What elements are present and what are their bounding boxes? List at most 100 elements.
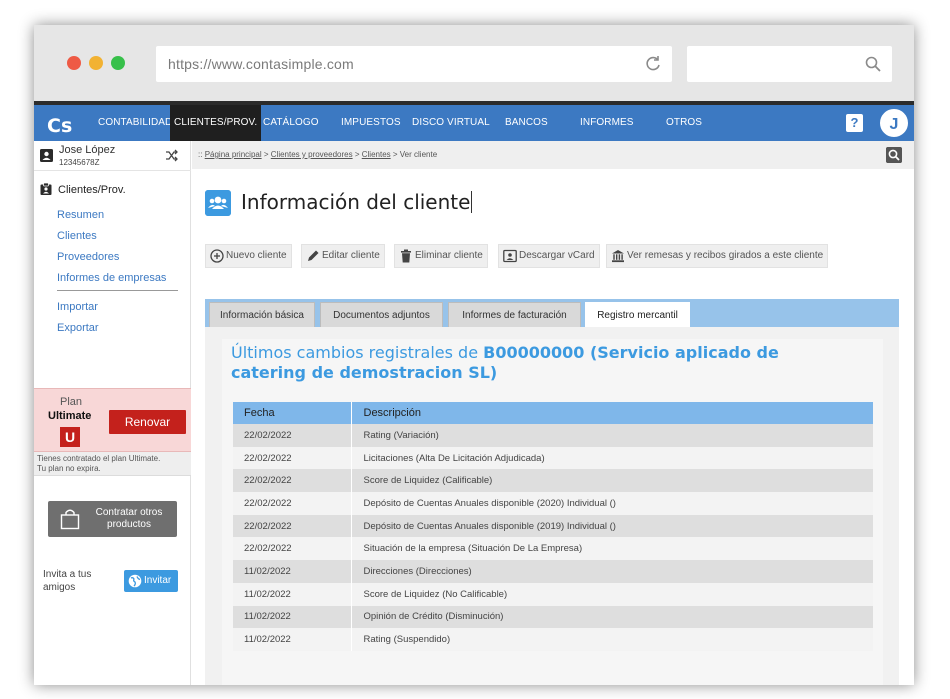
row-description: Rating (Suspendido) <box>351 628 873 651</box>
row-date: 11/02/2022 <box>233 560 352 583</box>
text-caret <box>471 191 473 213</box>
user-nif: 12345678Z <box>59 158 100 167</box>
browser-search-bar[interactable] <box>687 46 892 82</box>
view-remittances-button[interactable]: Ver remesas y recibos girados a este cli… <box>606 244 829 268</box>
tab-commercial-registry[interactable]: Registro mercantil <box>585 302 690 327</box>
plan-note: Tienes contratado el plan Ultimate. Tu p… <box>34 452 191 476</box>
plan-box: Plan Ultimate U Renovar <box>34 388 191 452</box>
view-remittances-label: Ver remesas y recibos girados a este cli… <box>627 250 824 261</box>
nav-bancos[interactable]: BANCOS <box>501 105 552 141</box>
sidebar-item-clientes[interactable]: Clientes <box>57 230 97 242</box>
breadcrumb-separator: > <box>263 150 269 159</box>
contasimple-logo-icon[interactable]: Cs <box>46 113 74 137</box>
delete-client-label: Eliminar cliente <box>415 250 483 261</box>
breadcrumb-home[interactable]: Página principal <box>205 150 262 159</box>
globe-icon <box>128 574 142 588</box>
breadcrumb-current: Ver cliente <box>399 150 438 159</box>
registry-table: Fecha Descripción 22/02/2022 Rating (Var… <box>233 402 873 651</box>
registry-title-prefix: Últimos cambios registrales de <box>231 343 479 362</box>
svg-text:Cs: Cs <box>47 115 72 137</box>
sidebar-item-proveedores[interactable]: Proveedores <box>57 251 119 263</box>
row-date: 22/02/2022 <box>233 492 352 515</box>
edit-client-label: Editar cliente <box>322 250 380 261</box>
page-title: Información del cliente <box>241 190 473 214</box>
row-description: Score de Liquidez (Calificable) <box>351 469 873 493</box>
row-description: Opinión de Crédito (Disminución) <box>351 605 873 629</box>
breadcrumb-separator: > <box>392 150 398 159</box>
browser-chrome: https://www.contasimple.com <box>34 25 914 101</box>
column-header-date[interactable]: Fecha <box>233 402 352 424</box>
reload-icon[interactable] <box>644 54 662 72</box>
sidebar-divider <box>57 290 178 291</box>
table-row: 22/02/2022 Licitaciones (Alta De Licitac… <box>233 446 873 470</box>
table-row: 11/02/2022 Opinión de Crédito (Disminuci… <box>233 605 873 629</box>
user-card-icon <box>40 149 53 162</box>
new-client-button[interactable]: Nuevo cliente <box>205 244 292 268</box>
close-window-button[interactable] <box>67 56 81 70</box>
row-description: Depósito de Cuentas Anuales disponible (… <box>351 514 873 538</box>
sidebar-item-informes-empresas[interactable]: Informes de empresas <box>57 272 166 284</box>
sidebar-item-importar[interactable]: Importar <box>57 301 98 313</box>
download-vcard-label: Descargar vCard <box>519 250 595 261</box>
row-date: 11/02/2022 <box>233 605 352 629</box>
nav-contabilidad[interactable]: CONTABILIDAD <box>94 105 176 141</box>
pencil-icon <box>308 250 319 261</box>
help-icon[interactable]: ? <box>846 114 863 132</box>
address-bar[interactable]: https://www.contasimple.com <box>156 46 672 82</box>
nav-catalogo[interactable]: CATÁLOGO <box>259 105 323 141</box>
tab-billing-reports[interactable]: Informes de facturación <box>448 302 581 327</box>
buy-more-products-button[interactable]: Contratar otros productos <box>48 501 177 537</box>
download-vcard-button[interactable]: Descargar vCard <box>498 244 600 268</box>
minimize-window-button[interactable] <box>89 56 103 70</box>
invite-button[interactable]: Invitar <box>124 570 178 592</box>
table-row: 22/02/2022 Depósito de Cuentas Anuales d… <box>233 492 873 515</box>
breadcrumb-clients[interactable]: Clientes <box>362 150 391 159</box>
user-name[interactable]: Jose López <box>59 144 115 156</box>
breadcrumb-separator: > <box>354 150 360 159</box>
column-header-description[interactable]: Descripción <box>351 402 873 424</box>
clipboard-user-icon <box>40 183 52 195</box>
sidebar-section-title: Clientes/Prov. <box>40 183 126 196</box>
edit-client-button[interactable]: Editar cliente <box>301 244 385 268</box>
nav-clientes-prov[interactable]: CLIENTES/PROV. <box>170 105 262 141</box>
breadcrumb-clients-suppliers[interactable]: Clientes y proveedores <box>271 150 353 159</box>
top-navigation: Cs CONTABILIDAD CLIENTES/PROV. CATÁLOGO … <box>34 101 914 141</box>
sidebar-item-exportar[interactable]: Exportar <box>57 322 99 334</box>
row-date: 22/02/2022 <box>233 424 352 447</box>
table-row: 22/02/2022 Depósito de Cuentas Anuales d… <box>233 514 873 538</box>
plus-circle-icon <box>210 249 224 263</box>
renew-button[interactable]: Renovar <box>109 410 186 434</box>
plan-note-line-2: Tu plan no expira. <box>37 464 101 473</box>
invite-button-label: Invitar <box>144 575 172 586</box>
quick-search-icon[interactable] <box>886 147 902 163</box>
table-row: 11/02/2022 Direcciones (Direcciones) <box>233 560 873 583</box>
delete-client-button[interactable]: Eliminar cliente <box>394 244 488 268</box>
tab-basic-info[interactable]: Información básica <box>209 302 315 327</box>
users-group-icon <box>205 190 231 216</box>
shuffle-icon[interactable] <box>165 149 178 162</box>
nav-otros[interactable]: OTROS <box>662 105 706 141</box>
avatar[interactable]: J <box>880 109 908 137</box>
bank-icon <box>612 250 624 263</box>
breadcrumb: :: Página principal > Clientes y proveed… <box>198 150 437 159</box>
table-row: 22/02/2022 Score de Liquidez (Calificabl… <box>233 469 873 493</box>
sidebar-item-resumen[interactable]: Resumen <box>57 209 104 221</box>
nav-disco-virtual[interactable]: DISCO VIRTUAL <box>408 105 494 141</box>
search-icon[interactable] <box>864 55 882 73</box>
tab-bar: Información básica Documentos adjuntos I… <box>205 299 899 327</box>
registry-title: Últimos cambios registrales de B00000000… <box>231 343 831 383</box>
breadcrumb-bar: :: Página principal > Clientes y proveed… <box>192 141 914 169</box>
user-box: Jose López 12345678Z <box>34 141 191 171</box>
maximize-window-button[interactable] <box>111 56 125 70</box>
row-date: 22/02/2022 <box>233 537 352 561</box>
row-description: Score de Liquidez (No Calificable) <box>351 582 873 606</box>
sidebar-section-label: Clientes/Prov. <box>58 184 126 196</box>
shopping-bag-icon <box>60 509 80 530</box>
table-row: 22/02/2022 Situación de la empresa (Situ… <box>233 537 873 561</box>
row-date: 11/02/2022 <box>233 628 352 651</box>
tab-attached-documents[interactable]: Documentos adjuntos <box>320 302 443 327</box>
page-title-text: Información del cliente <box>241 190 471 214</box>
row-date: 22/02/2022 <box>233 446 352 470</box>
nav-impuestos[interactable]: IMPUESTOS <box>337 105 405 141</box>
nav-informes[interactable]: INFORMES <box>576 105 638 141</box>
